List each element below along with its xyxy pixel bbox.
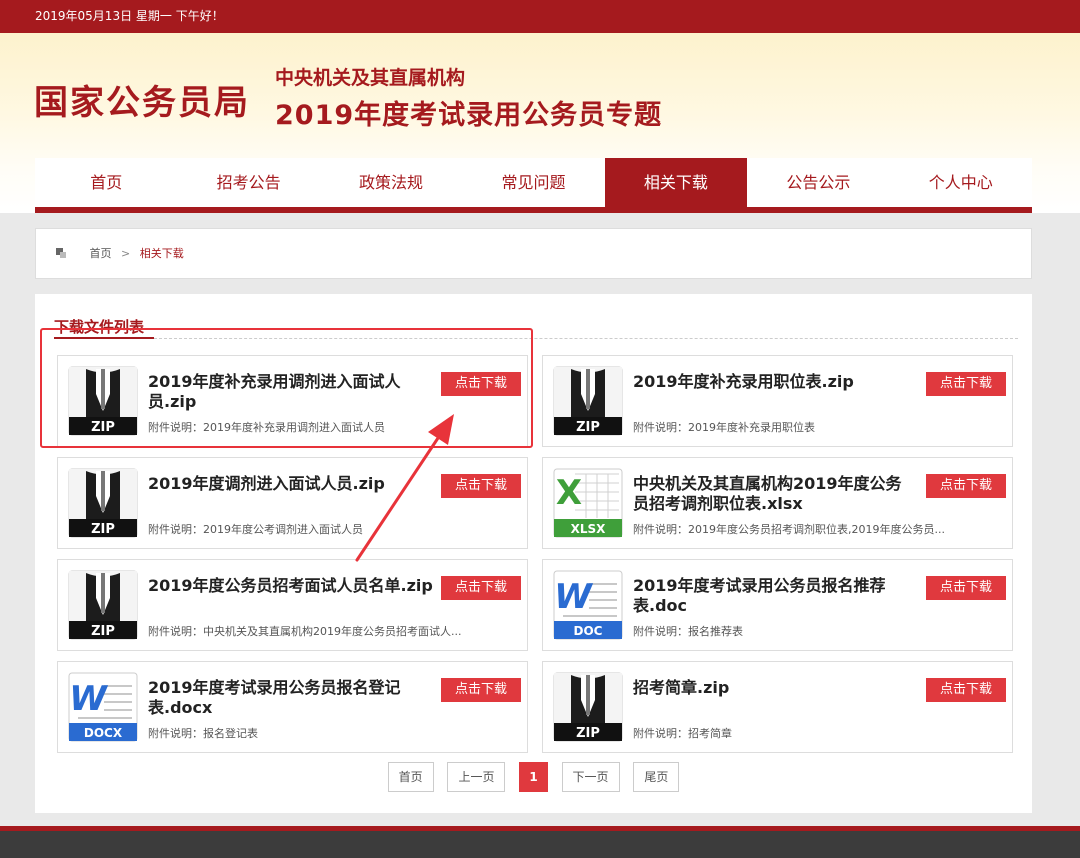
word-file-icon: W DOCX	[68, 672, 138, 742]
download-button[interactable]: 点击下载	[926, 372, 1006, 396]
breadcrumb-home[interactable]: 首页	[90, 247, 112, 260]
svg-text:X: X	[556, 473, 582, 513]
nav-item-downloads[interactable]: 相关下载	[604, 158, 748, 207]
header-title: 2019年度考试录用公务员专题	[275, 100, 663, 131]
file-description: 附件说明：2019年度补充录用职位表	[633, 421, 815, 434]
zip-file-icon: ZIP	[553, 366, 623, 436]
location-icon	[56, 248, 66, 258]
excel-file-icon: X XLSX	[553, 468, 623, 538]
download-button[interactable]: 点击下载	[441, 372, 521, 396]
file-name[interactable]: 2019年度补充录用调剂进入面试人员.zip	[148, 372, 428, 412]
panel-title: 下载文件列表	[54, 318, 145, 336]
pager-prev[interactable]: 上一页	[447, 762, 506, 792]
svg-text:W: W	[69, 679, 108, 719]
date-greeting: 2019年05月13日 星期一 下午好！	[35, 9, 224, 23]
zip-file-icon: ZIP	[68, 570, 138, 640]
download-button[interactable]: 点击下载	[926, 576, 1006, 600]
svg-text:W: W	[554, 577, 593, 617]
site-logo[interactable]: 国家公务员局	[34, 75, 250, 124]
file-description: 附件说明：2019年度公务员招考调剂职位表,2019年度公务员...	[633, 523, 945, 536]
pager-next[interactable]: 下一页	[561, 762, 620, 792]
nav-item-home[interactable]: 首页	[35, 158, 177, 207]
svg-text:ZIP: ZIP	[91, 420, 115, 435]
download-button[interactable]: 点击下载	[441, 678, 521, 702]
file-card: ZIP 2019年度补充录用职位表.zip 附件说明：2019年度补充录用职位表…	[542, 355, 1013, 447]
pager-first[interactable]: 首页	[387, 762, 434, 792]
zip-file-icon: ZIP	[553, 672, 623, 742]
pager-current-page[interactable]: 1	[519, 762, 548, 792]
svg-text:DOC: DOC	[574, 624, 603, 638]
breadcrumb-current[interactable]: 相关下载	[140, 247, 184, 260]
svg-text:ZIP: ZIP	[576, 726, 600, 741]
file-card: ZIP 2019年度公务员招考面试人员名单.zip 附件说明：中央机关及其直属机…	[57, 559, 528, 651]
word-file-icon: W DOC	[553, 570, 623, 640]
file-name[interactable]: 2019年度考试录用公务员报名登记表.docx	[148, 678, 428, 718]
file-description: 附件说明：招考简章	[633, 727, 732, 740]
zip-file-icon: ZIP	[68, 366, 138, 436]
file-card: ZIP 招考简章.zip 附件说明：招考简章 点击下载	[542, 661, 1013, 753]
svg-text:XLSX: XLSX	[571, 522, 607, 536]
file-card: ZIP 2019年度补充录用调剂进入面试人员.zip 附件说明：2019年度补充…	[57, 355, 528, 447]
file-name[interactable]: 2019年度考试录用公务员报名推荐表.doc	[633, 576, 913, 616]
svg-text:ZIP: ZIP	[91, 624, 115, 639]
svg-text:ZIP: ZIP	[576, 420, 600, 435]
file-card: W DOCX 2019年度考试录用公务员报名登记表.docx 附件说明：报名登记…	[57, 661, 528, 753]
download-button[interactable]: 点击下载	[926, 678, 1006, 702]
file-name[interactable]: 中央机关及其直属机构2019年度公务员招考调剂职位表.xlsx	[633, 474, 913, 514]
file-description: 附件说明：报名登记表	[148, 727, 258, 740]
svg-text:ZIP: ZIP	[91, 522, 115, 537]
nav-item-recruitment-notices[interactable]: 招考公告	[177, 158, 319, 207]
file-description: 附件说明：中央机关及其直属机构2019年度公务员招考面试人...	[148, 625, 462, 638]
file-name[interactable]: 2019年度补充录用职位表.zip	[633, 372, 913, 392]
file-description: 附件说明：2019年度公考调剂进入面试人员	[148, 523, 363, 536]
nav-item-personal-center[interactable]: 个人中心	[890, 158, 1032, 207]
download-button[interactable]: 点击下载	[441, 474, 521, 498]
file-card: W DOC 2019年度考试录用公务员报名推荐表.doc 附件说明：报名推荐表 …	[542, 559, 1013, 651]
file-name[interactable]: 2019年度公务员招考面试人员名单.zip	[148, 576, 448, 596]
file-card: X XLSX 中央机关及其直属机构2019年度公务员招考调剂职位表.xlsx 附…	[542, 457, 1013, 549]
nav-item-announcements[interactable]: 公告公示	[747, 158, 889, 207]
divider	[154, 338, 1018, 339]
breadcrumb: 首页 > 相关下载	[35, 228, 1032, 279]
nav-item-policies[interactable]: 政策法规	[320, 158, 462, 207]
pagination: 首页 上一页 1 下一页 尾页	[35, 762, 1032, 792]
top-status-bar: 2019年05月13日 星期一 下午好！	[0, 0, 1080, 33]
file-description: 附件说明：2019年度补充录用调剂进入面试人员	[148, 421, 385, 434]
file-card: ZIP 2019年度调剂进入面试人员.zip 附件说明：2019年度公考调剂进入…	[57, 457, 528, 549]
file-name[interactable]: 招考简章.zip	[633, 678, 913, 698]
title-underline	[54, 337, 154, 339]
site-footer	[0, 826, 1080, 858]
file-name[interactable]: 2019年度调剂进入面试人员.zip	[148, 474, 428, 494]
zip-file-icon: ZIP	[68, 468, 138, 538]
header-subtitle: 中央机关及其直属机构	[275, 67, 466, 89]
svg-text:DOCX: DOCX	[84, 726, 123, 740]
breadcrumb-separator: >	[121, 247, 131, 260]
pager-last[interactable]: 尾页	[633, 762, 680, 792]
main-nav: 首页 招考公告 政策法规 常见问题 相关下载 公告公示 个人中心	[35, 158, 1032, 213]
download-list-panel: 下载文件列表 ZIP 2019年度补充录用调剂进入面试人员.zip 附件说明：2…	[35, 294, 1032, 813]
download-button[interactable]: 点击下载	[926, 474, 1006, 498]
file-description: 附件说明：报名推荐表	[633, 625, 743, 638]
download-button[interactable]: 点击下载	[441, 576, 521, 600]
nav-item-faq[interactable]: 常见问题	[462, 158, 604, 207]
